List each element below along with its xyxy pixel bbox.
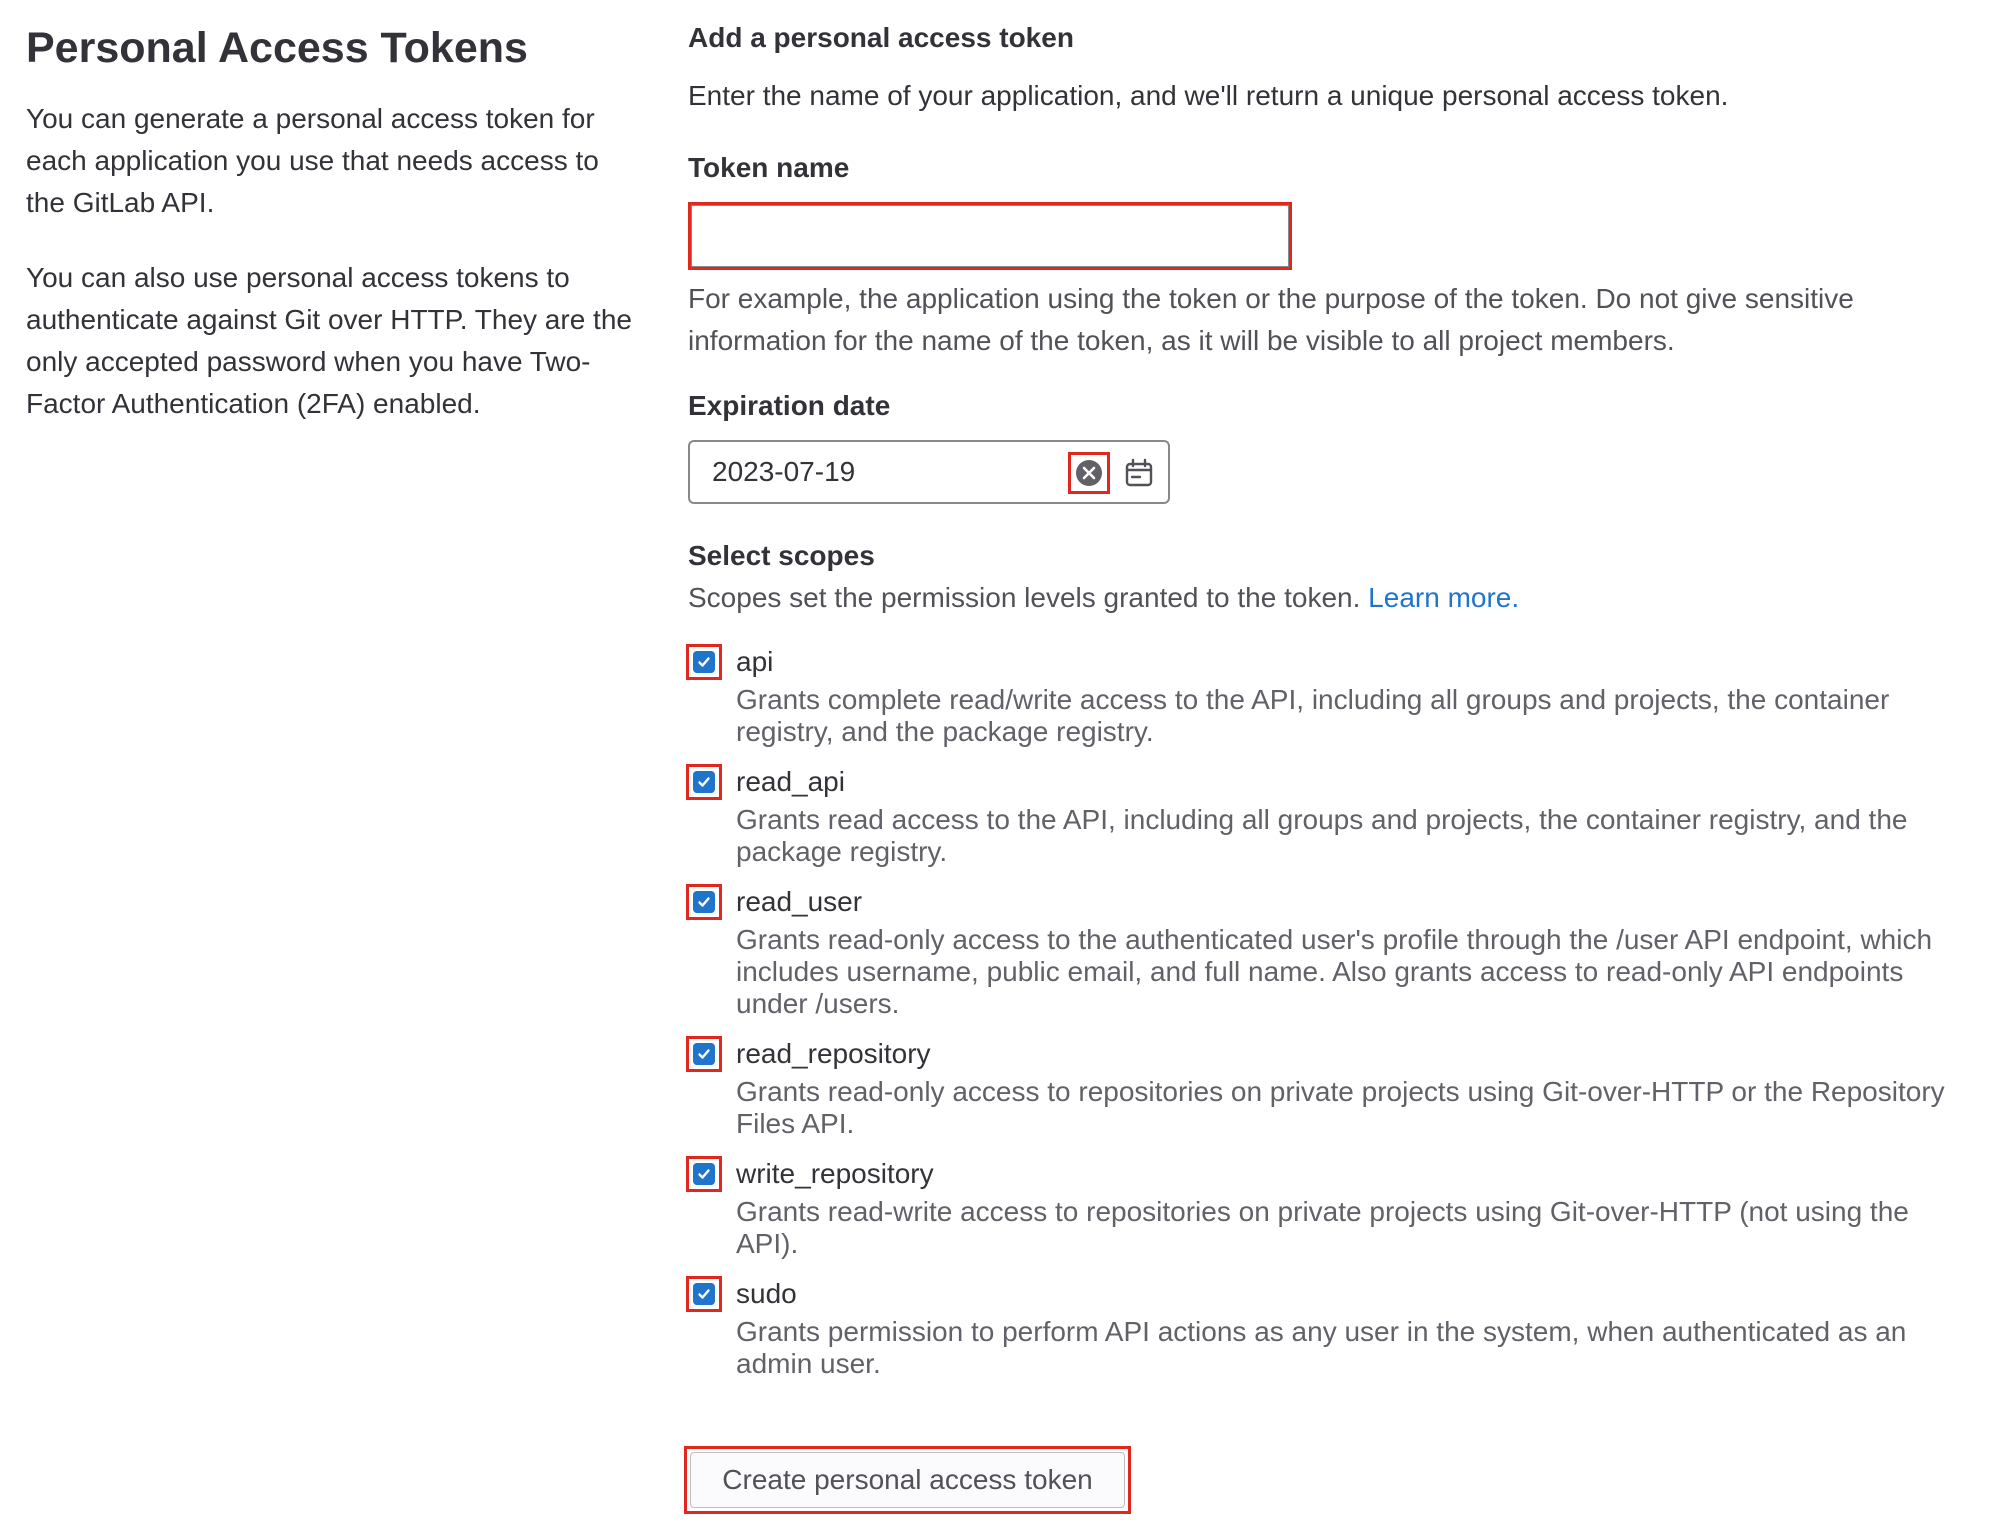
select-scopes-label: Select scopes bbox=[688, 540, 875, 571]
token-name-input[interactable] bbox=[691, 205, 1289, 267]
learn-more-link[interactable]: Learn more. bbox=[1368, 582, 1519, 613]
checkbox-checked bbox=[693, 891, 715, 913]
expiration-date-label: Expiration date bbox=[688, 390, 891, 421]
scope-description: Grants read-only access to the authentic… bbox=[736, 924, 1933, 1019]
scope-item-api: api Grants complete read/write access to… bbox=[686, 642, 1968, 748]
scope-description: Grants read access to the API, including… bbox=[736, 804, 1908, 867]
scope-item-read-api: read_api Grants read access to the API, … bbox=[686, 762, 1968, 868]
checkbox-checked bbox=[693, 1283, 715, 1305]
scope-name[interactable]: read_api bbox=[736, 762, 1968, 802]
checkbox-checked bbox=[693, 1163, 715, 1185]
scope-checkbox-read-repository[interactable] bbox=[686, 1036, 722, 1072]
calendar-icon bbox=[1125, 458, 1153, 487]
create-token-button[interactable]: Create personal access token bbox=[684, 1446, 1131, 1514]
intro-paragraph: You can also use personal access tokens … bbox=[26, 262, 632, 419]
intro-paragraph: You can generate a personal access token… bbox=[26, 103, 599, 218]
form-heading: Add a personal access token bbox=[688, 22, 1074, 53]
scope-list: api Grants complete read/write access to… bbox=[686, 642, 1968, 1380]
checkbox-checked bbox=[693, 651, 715, 673]
checkbox-checked bbox=[693, 771, 715, 793]
scope-checkbox-api[interactable] bbox=[686, 644, 722, 680]
scopes-description-text: Scopes set the permission levels granted… bbox=[688, 582, 1361, 613]
create-token-button-label[interactable]: Create personal access token bbox=[690, 1452, 1125, 1508]
scope-checkbox-read-api[interactable] bbox=[686, 764, 722, 800]
page-title: Personal Access Tokens bbox=[26, 24, 528, 72]
scope-name[interactable]: read_user bbox=[736, 882, 1968, 922]
clear-date-button[interactable] bbox=[1068, 452, 1110, 494]
scope-item-read-repository: read_repository Grants read-only access … bbox=[686, 1034, 1968, 1140]
check-icon bbox=[698, 777, 710, 787]
check-icon bbox=[698, 1169, 710, 1179]
calendar-button[interactable] bbox=[1122, 456, 1156, 490]
scope-item-sudo: sudo Grants permission to perform API ac… bbox=[686, 1274, 1968, 1380]
scope-checkbox-write-repository[interactable] bbox=[686, 1156, 722, 1192]
check-icon bbox=[698, 1289, 710, 1299]
token-name-help: For example, the application using the t… bbox=[688, 283, 1854, 356]
scope-item-read-user: read_user Grants read-only access to the… bbox=[686, 882, 1968, 1020]
form-description: Enter the name of your application, and … bbox=[688, 80, 1729, 111]
scope-description: Grants read-only access to repositories … bbox=[736, 1076, 1945, 1139]
scope-description: Grants read-write access to repositories… bbox=[736, 1196, 1909, 1259]
expiration-date-picker[interactable]: 2023-07-19 bbox=[688, 440, 1170, 504]
token-name-field-wrapper bbox=[688, 202, 1292, 270]
clear-icon bbox=[1076, 460, 1102, 486]
intro-column: Personal Access Tokens You can generate … bbox=[26, 20, 636, 458]
checkbox-checked bbox=[693, 1043, 715, 1065]
check-icon bbox=[698, 1049, 710, 1059]
token-name-label: Token name bbox=[688, 152, 850, 183]
check-icon bbox=[698, 657, 710, 667]
token-form: Add a personal access token Enter the na… bbox=[686, 18, 1968, 1394]
scope-item-write-repository: write_repository Grants read-write acces… bbox=[686, 1154, 1968, 1260]
scope-name[interactable]: api bbox=[736, 642, 1968, 682]
scopes-description: Scopes set the permission levels granted… bbox=[688, 578, 1968, 618]
check-icon bbox=[698, 897, 710, 907]
scope-name[interactable]: read_repository bbox=[736, 1034, 1968, 1074]
expiration-date-value[interactable]: 2023-07-19 bbox=[712, 442, 855, 502]
scope-name[interactable]: write_repository bbox=[736, 1154, 1968, 1194]
scope-name[interactable]: sudo bbox=[736, 1274, 1968, 1314]
scope-checkbox-read-user[interactable] bbox=[686, 884, 722, 920]
scope-description: Grants permission to perform API actions… bbox=[736, 1316, 1907, 1379]
scope-description: Grants complete read/write access to the… bbox=[736, 684, 1890, 747]
scope-checkbox-sudo[interactable] bbox=[686, 1276, 722, 1312]
